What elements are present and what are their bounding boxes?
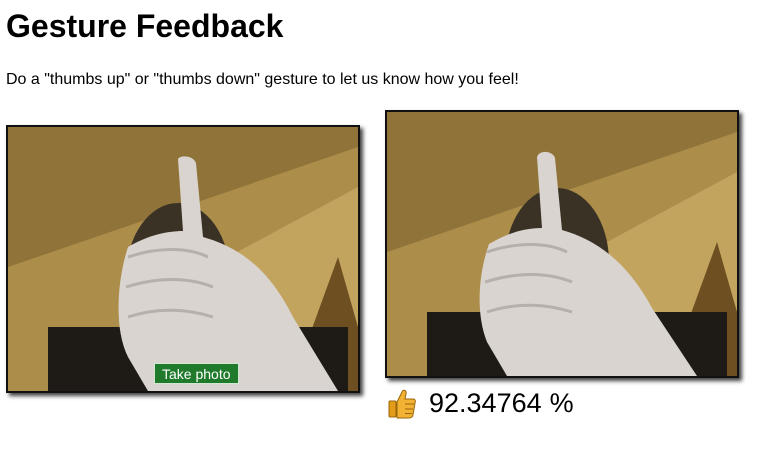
instructions-text: Do a "thumbs up" or "thumbs down" gestur…	[6, 71, 519, 88]
thumbs-up-icon	[388, 389, 416, 419]
gesture-result: 92.34764 %	[387, 386, 574, 420]
captured-photo	[385, 110, 739, 378]
confidence-value: 92.34764	[429, 388, 542, 418]
webcam-frame-image	[8, 127, 358, 391]
captured-frame-image	[387, 112, 737, 376]
page-title: Gesture Feedback	[6, 8, 284, 44]
take-photo-button[interactable]: Take photo	[154, 363, 239, 384]
webcam-preview: Take photo	[6, 125, 360, 393]
confidence-unit: %	[549, 388, 574, 418]
